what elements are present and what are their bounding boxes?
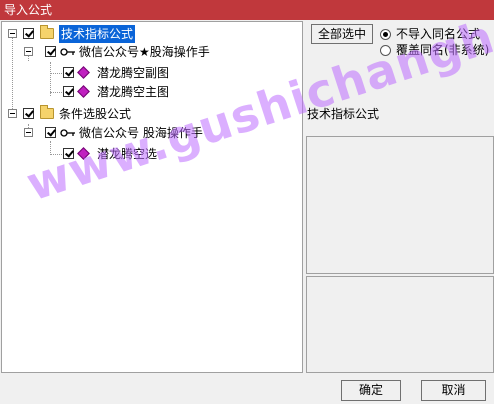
collapse-icon[interactable] <box>8 29 17 38</box>
checkbox-checked-icon[interactable] <box>63 67 74 78</box>
checkbox-checked-icon[interactable] <box>63 86 74 97</box>
checkbox-checked-icon[interactable] <box>45 127 56 138</box>
tree-node-label: 技术指标公式 <box>59 25 136 43</box>
select-all-button[interactable]: 全部选中 <box>311 24 373 44</box>
checkbox-checked-icon[interactable] <box>23 108 34 119</box>
tree-node-wechat-1[interactable]: 微信公众号★股海操作手 <box>2 43 302 61</box>
title-bar: 导入公式 <box>0 0 494 20</box>
formula-diamond-icon <box>77 85 90 98</box>
folder-icon <box>40 25 54 39</box>
collapse-icon[interactable] <box>24 47 33 56</box>
formula-description-panel <box>306 276 494 373</box>
window-title: 导入公式 <box>4 3 53 17</box>
collapse-icon[interactable] <box>8 109 17 118</box>
key-icon <box>60 48 75 56</box>
tree-node-label: 潜龙腾空副图 <box>97 66 170 80</box>
tree-node-label: 潜龙腾空主图 <box>97 85 170 99</box>
collapse-icon[interactable] <box>24 128 33 137</box>
tree-node-label: 微信公众号★股海操作手 <box>79 45 210 59</box>
ok-button[interactable]: 确定 <box>341 380 401 401</box>
tree-node-qianlong-sub[interactable]: 潜龙腾空副图 <box>2 64 302 82</box>
key-icon <box>60 129 75 137</box>
tree-node-tech-indicators[interactable]: 技术指标公式 <box>2 25 302 43</box>
checkbox-checked-icon[interactable] <box>23 28 34 39</box>
folder-icon <box>40 105 54 119</box>
radio-no-import[interactable] <box>380 29 391 40</box>
tree-node-label: 条件选股公式 <box>59 107 132 121</box>
formula-diamond-icon <box>77 66 90 79</box>
cancel-button[interactable]: 取消 <box>421 380 486 401</box>
formula-info-panel <box>306 136 494 274</box>
checkbox-checked-icon[interactable] <box>45 46 56 57</box>
